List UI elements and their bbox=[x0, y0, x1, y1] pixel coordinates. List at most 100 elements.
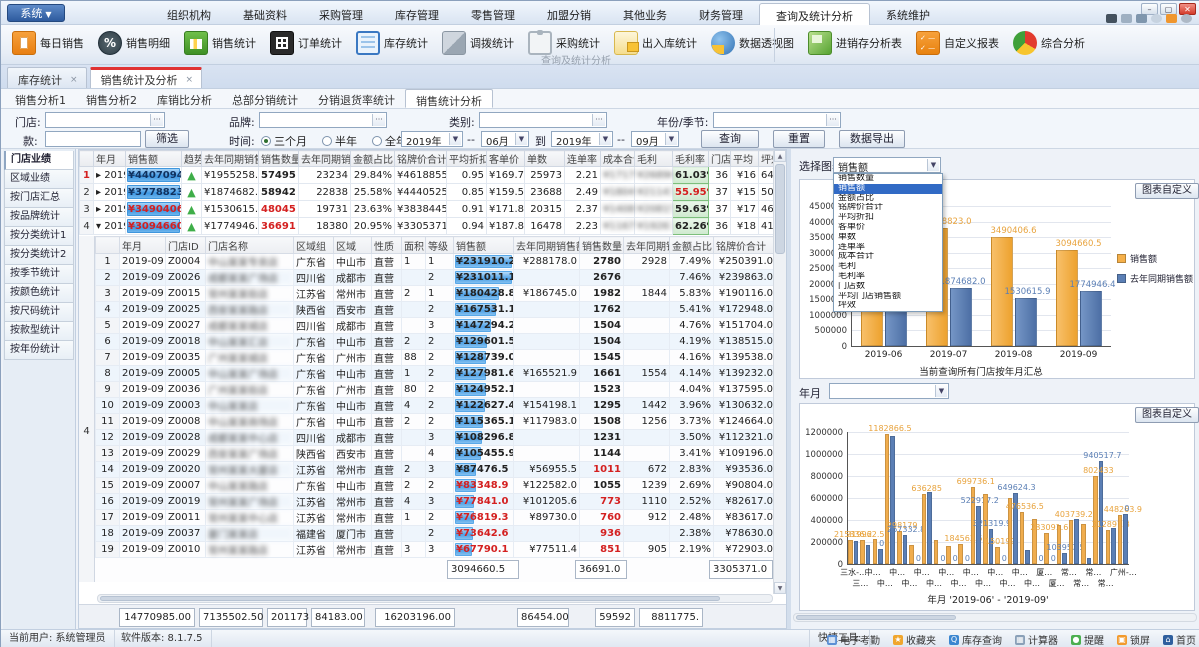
chart2-customize-button[interactable]: 图表自定义 bbox=[1135, 407, 1199, 423]
subtab-3[interactable]: 总部分销统计 bbox=[222, 89, 308, 108]
category-filter-input[interactable]: ··· bbox=[479, 112, 607, 128]
from-year-select[interactable]: 2019年▼ bbox=[401, 131, 463, 147]
status-tool-0[interactable]: ▦电子考勤 bbox=[827, 632, 880, 647]
dropdown-option-8[interactable]: 成本合计 bbox=[834, 252, 942, 262]
dropdown-option-0[interactable]: 销售数量 bbox=[834, 174, 942, 184]
settings-icon[interactable] bbox=[1181, 14, 1192, 23]
export-button[interactable]: 数据导出 bbox=[839, 130, 905, 148]
close-tab-icon[interactable]: × bbox=[70, 75, 78, 85]
menu-item-1[interactable]: 基础资料 bbox=[227, 3, 303, 25]
dropdown-option-4[interactable]: 平均折扣 bbox=[834, 213, 942, 223]
menu-item-5[interactable]: 加盟分销 bbox=[531, 3, 607, 25]
menu-item-9[interactable]: 系统维护 bbox=[870, 3, 946, 25]
dropdown-option-5[interactable]: 客单价 bbox=[834, 223, 942, 233]
sidebar-item-3[interactable]: 按品牌统计 bbox=[4, 208, 74, 227]
detail-row[interactable]: 12019-09Z0004中山某某专卖店广东省中山市直营11¥231910.2¥… bbox=[96, 254, 776, 270]
time-radio-1[interactable]: 半年 bbox=[322, 133, 357, 149]
toolbar-item-1[interactable]: 销售明细 bbox=[91, 27, 177, 59]
detail-row[interactable]: 82019-09Z0005中山某某广场店广东省中山市直营12¥127981.6¥… bbox=[96, 366, 776, 382]
from-month-select[interactable]: 06月▼ bbox=[481, 131, 529, 147]
dropdown-option-6[interactable]: 单数 bbox=[834, 233, 942, 243]
detail-row[interactable]: 62019-09Z0018中山某某汇店广东省中山市直营22¥129601.515… bbox=[96, 334, 776, 350]
subtab-0[interactable]: 销售分析1 bbox=[5, 89, 76, 108]
detail-row[interactable]: 72019-09Z0035广州某某城店广东省广州市直营882¥128739.01… bbox=[96, 350, 776, 366]
query-button[interactable]: 查询 bbox=[701, 130, 759, 148]
dropdown-option-3[interactable]: 铭牌价合计 bbox=[834, 203, 942, 213]
time-radio-0[interactable]: 三个月 bbox=[261, 133, 307, 149]
menu-item-4[interactable]: 零售管理 bbox=[455, 3, 531, 25]
detail-row[interactable]: 172019-09Z0011常州某某中心店江苏省常州市直营12¥76819.3¥… bbox=[96, 510, 776, 526]
sidebar-item-2[interactable]: 按门店汇总 bbox=[4, 189, 74, 208]
dropdown-option-7[interactable]: 连单率 bbox=[834, 243, 942, 253]
detail-row[interactable]: 142019-09Z0020常州某某大厦店江苏省常州市直营23¥87476.5¥… bbox=[96, 462, 776, 478]
subtab-5[interactable]: 销售统计分析 bbox=[405, 89, 493, 108]
status-tool-3[interactable]: ▦计算器 bbox=[1015, 632, 1058, 647]
dropdown-option-9[interactable]: 毛利 bbox=[834, 262, 942, 272]
dropdown-option-13[interactable]: 坪效 bbox=[834, 301, 942, 311]
detail-row[interactable]: 32019-09Z0015常州某某街店江苏省常州市直营21¥180428.8¥1… bbox=[96, 286, 776, 302]
summary-row[interactable]: 1▸ 2019-06¥4407094.9▲¥1955258.2574952323… bbox=[80, 167, 788, 184]
message-icon[interactable] bbox=[1151, 14, 1162, 23]
detail-row[interactable]: 162019-09Z0019常州某某广场店江苏省常州市直营43¥77841.0¥… bbox=[96, 494, 776, 510]
detail-row[interactable]: 182019-09Z0037厦门某某店福建省厦门市直营2¥73642.69362… bbox=[96, 526, 776, 542]
chart-type-select[interactable]: 销售额▼ bbox=[833, 157, 941, 173]
toolbar-item-2[interactable]: 销售统计 bbox=[177, 27, 263, 59]
menu-item-6[interactable]: 其他业务 bbox=[607, 3, 683, 25]
sidebar-item-9[interactable]: 按款型统计 bbox=[4, 322, 74, 341]
summary-row[interactable]: 4▾ 2019-09¥3094660.5▲¥1774946.4366911838… bbox=[80, 218, 788, 235]
dropdown-option-12[interactable]: 平均门店销售额 bbox=[834, 292, 942, 302]
toolbar-item-10[interactable]: 自定义报表 bbox=[909, 27, 1006, 59]
system-menu-button[interactable]: 系统▼ bbox=[7, 4, 65, 22]
ellipsis-icon[interactable]: ··· bbox=[372, 114, 385, 126]
chart-horizontal-scrollbar[interactable] bbox=[793, 613, 1197, 622]
store-filter-input[interactable]: ··· bbox=[45, 112, 165, 128]
table-horizontal-scrollbar[interactable] bbox=[97, 594, 773, 603]
detail-row[interactable]: 22019-09Z0026成都某某广场店四川省成都市直营2¥231011.126… bbox=[96, 270, 776, 286]
ellipsis-icon[interactable]: ··· bbox=[826, 114, 839, 126]
detail-row[interactable]: 132019-09Z0029西安某某广场店陕西省西安市直营4¥105455.91… bbox=[96, 446, 776, 462]
table-vertical-scrollbar[interactable]: ▲ ▼ bbox=[773, 150, 786, 594]
filter-button[interactable]: 筛选 bbox=[145, 130, 189, 148]
scroll-down-icon[interactable]: ▼ bbox=[774, 582, 786, 594]
toolbar-item-0[interactable]: 每日销售 bbox=[5, 27, 91, 59]
status-tool-2[interactable]: Q库存查询 bbox=[949, 632, 1002, 647]
sidebar-item-8[interactable]: 按尺码统计 bbox=[4, 303, 74, 322]
ellipsis-icon[interactable]: ··· bbox=[592, 114, 605, 126]
chart1-customize-button[interactable]: 图表自定义 bbox=[1135, 183, 1199, 199]
menu-item-2[interactable]: 采购管理 bbox=[303, 3, 379, 25]
lock-icon[interactable] bbox=[1166, 14, 1177, 23]
sidebar-item-7[interactable]: 按颜色统计 bbox=[4, 284, 74, 303]
sidebar-item-5[interactable]: 按分类统计2 bbox=[4, 246, 74, 265]
detail-row[interactable]: 112019-09Z0008中山某某商场店广东省中山市直营22¥115365.1… bbox=[96, 414, 776, 430]
brand-filter-input[interactable]: ··· bbox=[259, 112, 387, 128]
alert-icon[interactable] bbox=[1121, 14, 1132, 23]
dropdown-option-11[interactable]: 门店数 bbox=[834, 282, 942, 292]
status-tool-4[interactable]: ●提醒 bbox=[1071, 632, 1104, 647]
detail-row[interactable]: 152019-09Z0007中山某某路店广东省中山市直营22¥83348.9¥1… bbox=[96, 478, 776, 494]
detail-row[interactable]: 102019-09Z0003中山某某店广东省中山市直营42¥122627.4¥1… bbox=[96, 398, 776, 414]
subtab-1[interactable]: 销售分析2 bbox=[76, 89, 147, 108]
detail-row[interactable]: 42019-09Z0025西安某某路店陕西省西安市直营2¥167531.1176… bbox=[96, 302, 776, 318]
status-tool-1[interactable]: ★收藏夹 bbox=[893, 632, 936, 647]
status-tool-6[interactable]: ⌂首页 bbox=[1163, 632, 1196, 647]
sidebar-item-10[interactable]: 按年份统计 bbox=[4, 341, 74, 360]
year-season-filter-input[interactable]: ··· bbox=[713, 112, 841, 128]
toolbar-item-11[interactable]: 综合分析 bbox=[1006, 27, 1092, 59]
dropdown-option-10[interactable]: 毛利率 bbox=[834, 272, 942, 282]
subtab-4[interactable]: 分销退货率统计 bbox=[308, 89, 405, 108]
sidebar-item-4[interactable]: 按分类统计1 bbox=[4, 227, 74, 246]
summary-row[interactable]: 2▸ 2019-07¥3778823.0▲¥1874682.0589422283… bbox=[80, 184, 788, 201]
detail-row[interactable]: 122019-09Z0028成都某某中心店四川省成都市直营3¥108296.81… bbox=[96, 430, 776, 446]
to-year-select[interactable]: 2019年▼ bbox=[551, 131, 613, 147]
sidebar-item-1[interactable]: 区域业绩 bbox=[4, 170, 74, 189]
scroll-up-icon[interactable]: ▲ bbox=[774, 150, 786, 162]
sidebar-item-0[interactable]: 门店业绩 bbox=[4, 151, 74, 170]
month-filter-select[interactable]: ▼ bbox=[829, 383, 949, 399]
detail-row[interactable]: 92019-09Z0036广州某某街店广东省广州市直营802¥124952.11… bbox=[96, 382, 776, 398]
sidebar-item-6[interactable]: 按季节统计 bbox=[4, 265, 74, 284]
to-month-select[interactable]: 09月▼ bbox=[631, 131, 679, 147]
close-tab-icon[interactable]: × bbox=[186, 75, 194, 85]
toolbar-item-9[interactable]: 进销存分析表 bbox=[801, 27, 909, 59]
device-icon[interactable] bbox=[1106, 14, 1117, 23]
menu-item-3[interactable]: 库存管理 bbox=[379, 3, 455, 25]
